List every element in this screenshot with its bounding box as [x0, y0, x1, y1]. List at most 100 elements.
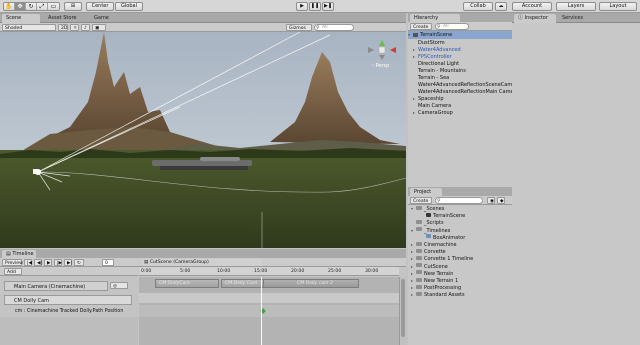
project-item-label: Corvette: [424, 249, 446, 256]
scene-search-input[interactable]: ⚲ All: [314, 24, 354, 31]
preview-toggle[interactable]: Preview: [2, 259, 23, 266]
timeline-track-area[interactable]: CM DollyCam CM Dolly Cam CM Dolly cam 2: [139, 277, 399, 345]
cloud-button[interactable]: ☁: [495, 2, 507, 11]
project-item-label: PostProcessing: [424, 285, 462, 292]
svg-text:‹ Persp: ‹ Persp: [372, 63, 389, 69]
timeline-scrollbar[interactable]: [399, 277, 406, 345]
transform-tools: ✋ ✥ ↻ ⤢ ▭: [3, 2, 60, 11]
timeline-clip[interactable]: CM Dolly cam 2: [263, 279, 359, 288]
inspector-tabbar: ⓘ Inspector Services: [512, 13, 640, 23]
goto-end-icon[interactable]: ▶|: [64, 259, 72, 266]
effects-toggle-icon[interactable]: ▣: [92, 24, 106, 31]
scrollbar-thumb[interactable]: [401, 279, 405, 337]
2d-toggle[interactable]: 2D: [58, 24, 68, 31]
move-tool-icon[interactable]: ✥: [15, 3, 26, 10]
ruler-tick-label: 25:00: [328, 269, 342, 274]
folder-icon: [416, 241, 422, 246]
folder-icon: [416, 227, 422, 232]
goto-start-icon[interactable]: |◀: [24, 259, 32, 266]
hierarchy-scene-row[interactable]: ▾ TerrainScene: [408, 31, 512, 39]
track-header-main-camera[interactable]: Main Camera (Cinemachine): [4, 281, 108, 291]
hand-tool-icon[interactable]: ✋: [4, 3, 15, 10]
unity-editor-window: ✋ ✥ ↻ ⤢ ▭ ⊞ Center Global ▶ ❚❚ ▶❚ Collab…: [0, 0, 640, 345]
filter-label-icon[interactable]: ◆: [497, 197, 505, 204]
account-dropdown[interactable]: Account: [512, 2, 552, 11]
audio-toggle-icon[interactable]: ♪: [81, 24, 90, 31]
project-item-label: TerrainScene: [433, 213, 466, 220]
layout-dropdown[interactable]: Layout: [599, 2, 637, 11]
scene-search-placeholder: All: [322, 25, 328, 30]
loop-icon[interactable]: ↻: [74, 259, 84, 266]
hierarchy-item[interactable]: ▸ CameraGroup: [408, 109, 453, 117]
folder-icon: [416, 219, 422, 224]
unity-scene-icon: [426, 212, 431, 217]
pivot-toggle[interactable]: Center: [86, 2, 114, 11]
time-ruler[interactable]: 0:00 5:00 10:00 15:00 20:00 25:00 30:00: [139, 267, 399, 276]
prev-frame-icon[interactable]: ◀|: [34, 259, 42, 266]
frame-field[interactable]: 0: [102, 259, 114, 266]
timeline-tab-label: Timeline: [12, 251, 34, 257]
2d-label: 2D: [61, 26, 68, 31]
frame-value: 0: [105, 261, 108, 266]
pause-button[interactable]: ❚❚: [309, 2, 321, 11]
project-create-label: Create: [413, 199, 429, 204]
search-icon: ⚲: [437, 198, 441, 204]
scene-viewport[interactable]: ‹ Persp: [0, 32, 406, 248]
timeline-window: ▤ Timeline Preview |◀ ◀| ▶ |▶ ▶| ↻ 0 ▤ C…: [0, 249, 406, 345]
rotate-tool-icon[interactable]: ↻: [26, 3, 37, 10]
tab-scene[interactable]: Scene: [2, 14, 40, 23]
step-button[interactable]: ▶❚: [322, 2, 334, 11]
filter-type-icon[interactable]: ◉: [487, 197, 495, 204]
track-curve-label: cm : Cinemachine Tracked Dolly.Path Posi…: [15, 309, 124, 314]
sequence-breadcrumb[interactable]: ▤ CutScene (CameraGroup): [142, 259, 262, 266]
custom-tool-button[interactable]: ⊞: [64, 2, 82, 11]
folder-icon: [416, 291, 422, 296]
timeline-play-icon[interactable]: ▶: [44, 259, 52, 266]
track-curve-row[interactable]: cm : Cinemachine Tracked Dolly.Path Posi…: [4, 306, 136, 317]
tab-asset-store[interactable]: Asset Store: [44, 14, 88, 23]
timeline-clip[interactable]: CM DollyCam: [155, 279, 219, 288]
project-item-label: New Terrain 1: [424, 278, 459, 284]
lighting-toggle-icon[interactable]: ☼: [70, 24, 79, 31]
folder-icon: [416, 255, 422, 260]
tab-inspector[interactable]: ⓘ Inspector: [514, 14, 556, 23]
shading-label: Shaded: [5, 26, 23, 31]
project-item[interactable]: ▸ Standard Assets: [408, 291, 465, 299]
search-icon: ⚲: [316, 25, 320, 31]
hierarchy-create-dropdown[interactable]: Create: [410, 23, 432, 30]
clip-label: CM Dolly Cam: [225, 281, 258, 286]
next-frame-icon[interactable]: |▶: [54, 259, 62, 266]
tab-asset-store-label: Asset Store: [48, 15, 77, 21]
gizmos-dropdown[interactable]: Gizmos: [286, 24, 312, 31]
shading-mode-dropdown[interactable]: Shaded: [2, 24, 56, 31]
layers-label: Layers: [567, 3, 585, 9]
space-toggle[interactable]: Global: [115, 2, 143, 11]
track-binding-field[interactable]: ◎: [110, 282, 128, 289]
scale-tool-icon[interactable]: ⤢: [37, 3, 48, 10]
inspector-tab-icon: ⓘ: [518, 15, 525, 21]
timeline-playhead[interactable]: [261, 277, 262, 345]
project-item-label: Cinemachine: [424, 242, 457, 248]
recorded-track-lane[interactable]: [139, 293, 399, 303]
project-create-dropdown[interactable]: Create: [410, 197, 432, 204]
tab-services[interactable]: Services: [558, 14, 592, 23]
scene-render: ‹ Persp: [0, 32, 406, 248]
project-search-input[interactable]: ⚲: [435, 197, 483, 204]
folder-icon: [416, 270, 422, 275]
play-button[interactable]: ▶: [296, 2, 308, 11]
curve-lane[interactable]: [139, 305, 399, 317]
collab-button[interactable]: Collab: [463, 2, 493, 11]
ruler-tick-label: 0:00: [141, 269, 152, 274]
clip-label: CM Dolly cam 2: [297, 281, 333, 286]
ruler-tick-label: 10:00: [217, 269, 231, 274]
services-tab-label: Services: [562, 15, 584, 21]
rect-tool-icon[interactable]: ▭: [48, 3, 59, 10]
hierarchy-search-input[interactable]: ⚲ All: [435, 23, 469, 30]
tab-game[interactable]: Game: [90, 14, 124, 23]
track-header-cm-dolly[interactable]: CM Dolly Cam: [4, 295, 132, 305]
layers-dropdown[interactable]: Layers: [556, 2, 596, 11]
add-track-dropdown[interactable]: Add: [4, 268, 22, 275]
collab-label: Collab: [470, 3, 486, 9]
space-label: Global: [121, 3, 137, 9]
folder-icon: [416, 263, 422, 268]
